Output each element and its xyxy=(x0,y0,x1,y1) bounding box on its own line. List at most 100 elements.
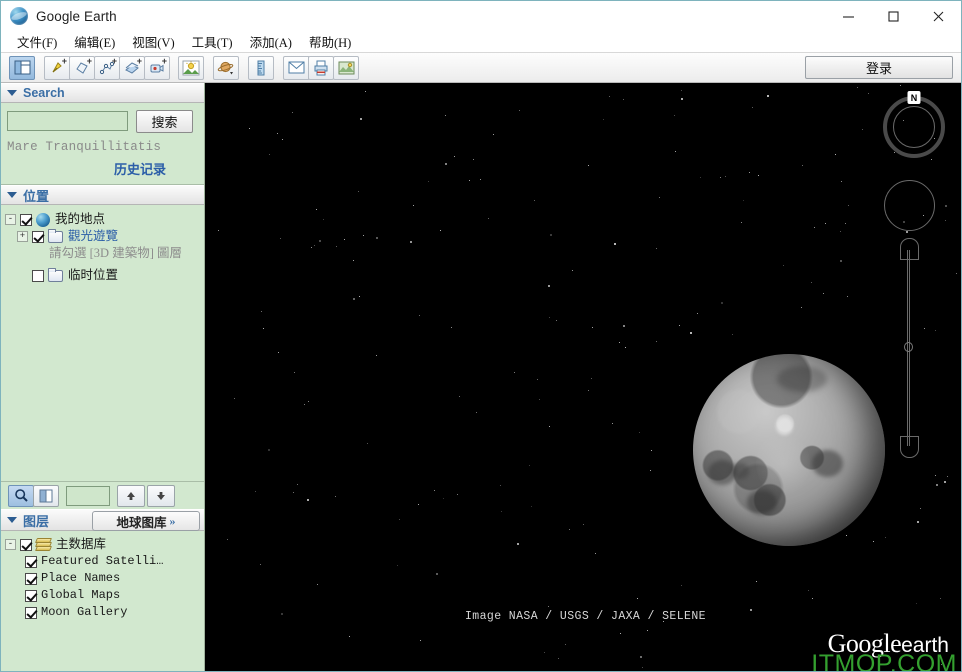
search-history-link[interactable]: 历史记录 xyxy=(7,159,198,178)
star xyxy=(679,325,680,326)
tree-item-temporary-places: 临时位置 xyxy=(68,268,119,282)
checkbox-global-maps[interactable] xyxy=(25,590,37,602)
star xyxy=(659,197,660,198)
tree-row[interactable]: + 觀光遊覽 xyxy=(1,228,204,245)
tree-item-sightseeing-tour[interactable]: 觀光遊覽 xyxy=(68,229,118,244)
places-panel-header[interactable]: 位置 xyxy=(1,185,204,205)
sign-in-button[interactable]: 登录 xyxy=(805,56,953,79)
moon-globe[interactable] xyxy=(693,354,885,546)
menu-add[interactable]: 添加(A) xyxy=(242,30,301,53)
star xyxy=(697,313,698,314)
toggle-sidebar-icon[interactable] xyxy=(9,55,35,80)
menubar: 文件(F) 编辑(E) 视图(V) 工具(T) 添加(A) 帮助(H) xyxy=(1,31,961,53)
layers-panel-header[interactable]: 图层 地球图库 » xyxy=(1,509,204,531)
tree-row[interactable]: 临时位置 xyxy=(1,267,204,284)
star xyxy=(420,640,421,641)
minimize-button[interactable] xyxy=(826,1,871,31)
search-panel-header[interactable]: Search xyxy=(1,83,204,103)
compass-inner-ring[interactable] xyxy=(893,106,935,148)
tree-row[interactable]: Place Names xyxy=(1,570,204,587)
email-icon[interactable] xyxy=(283,55,309,80)
checkbox-place-names[interactable] xyxy=(25,573,37,585)
checkbox-temporary-places[interactable] xyxy=(32,270,44,282)
star xyxy=(940,598,941,599)
menu-tools[interactable]: 工具(T) xyxy=(184,30,242,53)
collapse-triangle-icon[interactable] xyxy=(7,517,17,523)
star xyxy=(588,390,589,391)
star xyxy=(845,223,846,224)
star xyxy=(255,491,256,492)
layer-item-moon-gallery: Moon Gallery xyxy=(41,605,128,619)
star xyxy=(808,590,809,591)
collapse-triangle-icon[interactable] xyxy=(7,192,17,198)
places-filter-input[interactable] xyxy=(66,485,110,506)
checkbox-primary-database[interactable] xyxy=(20,539,32,551)
ruler-icon[interactable] xyxy=(248,55,274,80)
zoom-handle[interactable] xyxy=(904,342,913,352)
menu-view[interactable]: 视图(V) xyxy=(124,30,183,53)
add-polygon-icon[interactable]: + xyxy=(69,55,95,80)
checkbox-sightseeing-tour[interactable] xyxy=(32,231,44,243)
globe-icon xyxy=(36,213,50,227)
earth-gallery-button[interactable]: 地球图库 » xyxy=(92,511,200,531)
checkbox-moon-gallery[interactable] xyxy=(25,607,37,619)
tree-row[interactable]: Global Maps xyxy=(1,587,204,604)
expander-toggle[interactable]: - xyxy=(5,214,16,225)
star xyxy=(721,302,723,304)
tree-row[interactable]: - 主数据库 xyxy=(1,536,204,553)
star xyxy=(783,265,784,266)
add-image-overlay-icon[interactable]: + xyxy=(119,55,145,80)
tree-row[interactable]: - 我的地点 xyxy=(1,211,204,228)
star xyxy=(550,234,552,236)
expander-toggle[interactable]: + xyxy=(17,231,28,242)
checkbox-featured-satellite[interactable] xyxy=(25,556,37,568)
historical-imagery-sun-icon[interactable] xyxy=(178,55,204,80)
search-button[interactable]: 搜索 xyxy=(136,110,193,133)
crater xyxy=(777,365,828,393)
search-input[interactable] xyxy=(7,111,128,131)
globe-viewport[interactable]: N Image NASA / USGS / JAXA / SELENE Goog… xyxy=(205,83,961,671)
tree-row[interactable]: Featured Satelli… xyxy=(1,553,204,570)
tree-row[interactable]: Moon Gallery xyxy=(1,604,204,621)
zoom-slider-control[interactable] xyxy=(900,238,919,458)
star xyxy=(268,449,270,451)
save-image-icon[interactable] xyxy=(333,55,359,80)
star xyxy=(549,426,550,427)
star xyxy=(410,241,412,243)
checkbox-my-places[interactable] xyxy=(20,214,32,226)
record-tour-icon[interactable]: + xyxy=(144,55,170,80)
compass-control[interactable]: N xyxy=(883,91,945,158)
magnifier-icon[interactable] xyxy=(8,484,34,507)
pan-control[interactable] xyxy=(884,180,935,231)
star xyxy=(572,270,573,271)
switch-planet-icon[interactable] xyxy=(213,55,239,80)
split-panel-icon[interactable] xyxy=(33,484,59,507)
star xyxy=(556,320,557,321)
star xyxy=(218,230,219,231)
collapse-triangle-icon[interactable] xyxy=(7,90,17,96)
zoom-out-button[interactable] xyxy=(900,436,919,458)
window-controls xyxy=(826,1,961,31)
add-path-icon[interactable]: + xyxy=(94,55,120,80)
star xyxy=(359,296,360,297)
star xyxy=(519,110,520,111)
add-placemark-icon[interactable]: + xyxy=(44,55,70,80)
move-down-button[interactable] xyxy=(147,484,175,507)
print-icon[interactable] xyxy=(308,55,334,80)
menu-edit[interactable]: 编辑(E) xyxy=(66,30,124,53)
star xyxy=(440,230,441,231)
star xyxy=(767,95,769,97)
move-up-button[interactable] xyxy=(117,484,145,507)
expander-toggle[interactable]: - xyxy=(5,539,16,550)
star xyxy=(544,652,545,653)
star xyxy=(848,205,849,206)
star xyxy=(531,506,532,507)
star xyxy=(548,606,549,607)
close-button[interactable] xyxy=(916,1,961,31)
star xyxy=(720,177,721,178)
menu-file[interactable]: 文件(F) xyxy=(9,30,66,53)
menu-help[interactable]: 帮助(H) xyxy=(301,30,360,53)
maximize-button[interactable] xyxy=(871,1,916,31)
crater xyxy=(731,463,749,479)
star xyxy=(336,246,337,247)
